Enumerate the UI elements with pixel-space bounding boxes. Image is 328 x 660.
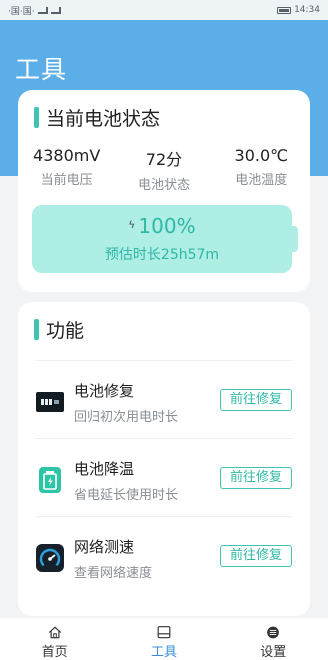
function-desc: 查看网络速度 — [74, 566, 153, 581]
divider — [36, 360, 292, 361]
stat-voltage-value: 4380mV — [33, 146, 101, 165]
battery-estimate: 预估时长25h57m — [104, 247, 220, 263]
stat-voltage-label: 当前电压 — [40, 173, 93, 188]
tab-label: 工具 — [150, 645, 177, 660]
stat-temperature: 30.0℃ 电池温度 — [216, 146, 306, 193]
function-name: 电池修复 — [74, 382, 135, 400]
status-time: 14:34 — [294, 5, 320, 15]
divider — [36, 516, 292, 517]
functions-card-header: 功能 — [34, 316, 84, 343]
battery-card-header: 当前电池状态 — [34, 104, 160, 131]
battery-repair-icon — [36, 388, 64, 416]
status-left-text: ·国·国· — [8, 6, 35, 17]
cool-button[interactable]: 前往修复 — [220, 467, 292, 489]
battery-percent: 100% — [138, 214, 196, 238]
function-item-speed-test: 网络测速 查看网络速度 前往修复 — [18, 534, 310, 594]
functions-card: 功能 电池修复 回归初次用电时长 前往修复 电池降温 省电延长使用时长 前往修复… — [18, 302, 310, 616]
stat-voltage: 4380mV 当前电压 — [22, 146, 112, 193]
status-battery-icon — [277, 6, 292, 14]
repair-button[interactable]: 前往修复 — [220, 389, 292, 411]
tab-tools[interactable]: 工具 — [124, 618, 204, 660]
stat-temperature-value: 30.0℃ — [234, 146, 289, 165]
battery-status-card: 当前电池状态 4380mV 当前电压 72分 电池状态 30.0℃ 电池温度 ϟ… — [18, 90, 310, 292]
battery-stats: 4380mV 当前电压 72分 电池状态 30.0℃ 电池温度 — [18, 146, 310, 193]
function-name: 网络测速 — [74, 538, 135, 556]
function-desc: 回归初次用电时长 — [74, 410, 179, 425]
stat-health-label: 电池状态 — [137, 178, 190, 193]
tools-icon — [157, 626, 171, 639]
speed-test-button[interactable]: 前往修复 — [220, 545, 292, 567]
tab-settings[interactable]: 设置 — [233, 618, 313, 660]
home-icon — [48, 626, 61, 639]
battery-level-visual: ϟ 100% 预估时长25h57m — [32, 205, 292, 273]
status-bar: ·国·国· 14:34 — [0, 0, 328, 20]
tab-label: 首页 — [41, 645, 68, 660]
title-accent-bar — [34, 319, 39, 340]
stat-temperature-label: 电池温度 — [235, 173, 288, 188]
function-item-battery-repair: 电池修复 回归初次用电时长 前往修复 — [18, 378, 310, 438]
battery-cap — [292, 226, 298, 252]
speedometer-icon — [36, 544, 64, 572]
page-title: 工具 — [15, 55, 68, 84]
wifi-icon — [50, 6, 61, 14]
title-accent-bar — [34, 107, 39, 128]
function-name: 电池降温 — [74, 460, 135, 478]
signal-icon — [37, 6, 48, 14]
stat-health-value: 72分 — [145, 150, 183, 169]
tab-label: 设置 — [260, 645, 287, 660]
function-desc: 省电延长使用时长 — [74, 488, 179, 503]
divider — [36, 438, 292, 439]
stat-health: 72分 电池状态 — [119, 146, 209, 193]
functions-card-title: 功能 — [46, 320, 85, 342]
charging-bolt-icon: ϟ — [128, 220, 136, 231]
tab-home[interactable]: 首页 — [15, 618, 95, 660]
bottom-tab-bar: 首页 工具 设置 — [0, 618, 328, 660]
settings-icon — [267, 626, 280, 639]
battery-cool-icon — [36, 466, 64, 494]
function-item-battery-cool: 电池降温 省电延长使用时长 前往修复 — [18, 456, 310, 516]
battery-card-title: 当前电池状态 — [46, 108, 161, 130]
